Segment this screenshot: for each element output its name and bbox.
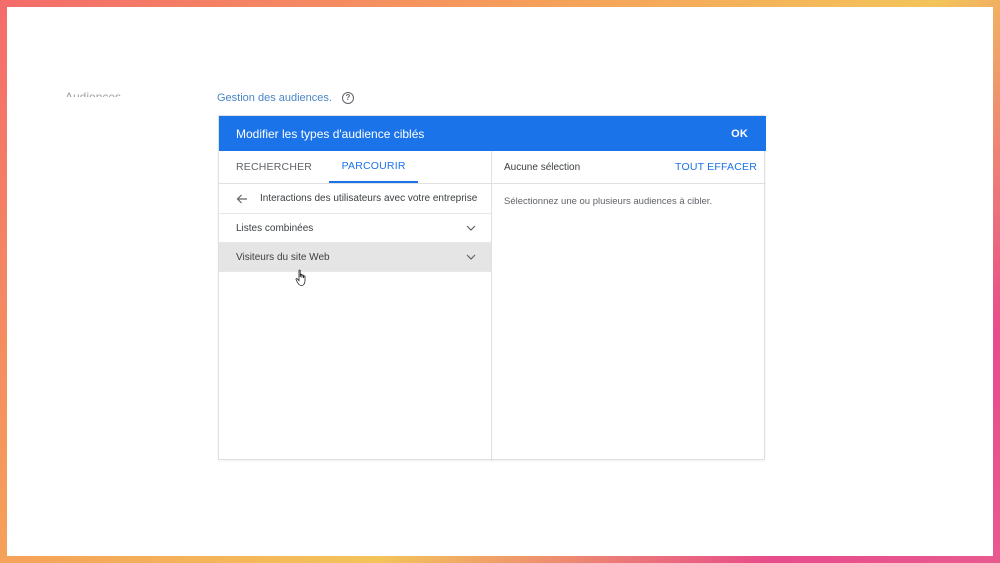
ok-button[interactable]: OK — [731, 128, 748, 140]
selection-hint: Sélectionnez une ou plusieurs audiences … — [504, 196, 713, 207]
no-selection-label: Aucune sélection — [504, 161, 581, 173]
hand-pointer-icon — [295, 269, 306, 286]
list-item-label: Listes combinées — [236, 222, 314, 234]
audience-management-link[interactable]: Gestion des audiences. — [217, 92, 332, 104]
list-item-label: Visiteurs du site Web — [236, 251, 330, 263]
audience-dialog: Modifier les types d'audience ciblés OK … — [218, 115, 766, 461]
tab-search[interactable]: RECHERCHER — [219, 151, 329, 183]
section-label: Audiences — [65, 90, 122, 97]
back-navigation-row[interactable]: Interactions des utilisateurs avec votre… — [219, 184, 491, 214]
selection-header: Aucune sélection TOUT EFFACER — [492, 151, 766, 184]
tab-browse[interactable]: PARCOURIR — [329, 151, 419, 183]
dialog-title: Modifier les types d'audience ciblés — [236, 126, 425, 141]
app-frame: Audiences Gestion des audiences. ? Modif… — [7, 7, 993, 556]
list-item-website-visitors[interactable]: Visiteurs du site Web — [219, 243, 491, 272]
chevron-down-icon — [466, 254, 476, 260]
back-navigation-label: Interactions des utilisateurs avec votre… — [260, 193, 478, 204]
selection-pane: Aucune sélection TOUT EFFACER Sélectionn… — [492, 151, 766, 461]
clear-all-button[interactable]: TOUT EFFACER — [675, 161, 757, 173]
browse-pane: RECHERCHER PARCOURIR Interactions des ut… — [219, 151, 492, 461]
tab-bar: RECHERCHER PARCOURIR — [219, 151, 491, 184]
help-circle-icon[interactable]: ? — [341, 92, 354, 104]
arrow-left-icon[interactable] — [236, 193, 248, 205]
list-item-combined-lists[interactable]: Listes combinées — [219, 214, 491, 243]
audience-management-row: Gestion des audiences. ? — [217, 92, 354, 104]
chevron-down-icon — [466, 225, 476, 231]
dialog-header: Modifier les types d'audience ciblés OK — [219, 116, 766, 151]
